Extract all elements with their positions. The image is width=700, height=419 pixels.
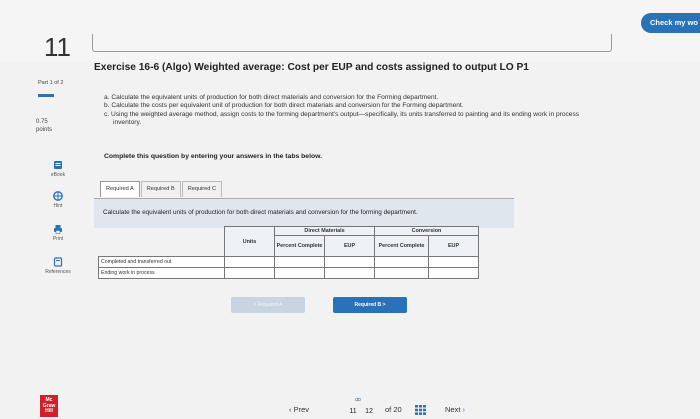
dm-eup-input[interactable] <box>324 267 375 279</box>
book-icon[interactable] <box>53 160 63 170</box>
conv-eup-header: EUP <box>428 235 479 257</box>
instruction-item: b. Calculate the costs per equivalent un… <box>104 102 594 110</box>
dm-percent-input[interactable] <box>274 267 325 279</box>
units-input[interactable] <box>224 267 275 279</box>
next-tab-button[interactable]: Required B > <box>333 297 407 313</box>
row-label: Completed and transferred out <box>98 256 225 268</box>
dm-percent-complete-header: Percent Complete <box>274 235 325 257</box>
points: 0.75 points <box>36 118 52 134</box>
instruction-item: c. Using the weighted average method, as… <box>104 111 594 128</box>
units-input[interactable] <box>224 256 275 268</box>
tab-bar: Required A Required B Required C <box>100 181 223 199</box>
references-icon[interactable] <box>53 257 63 267</box>
conv-percent-complete-header: Percent Complete <box>374 235 429 257</box>
instructions-list: a. Calculate the equivalent units of pro… <box>104 94 594 127</box>
instruction-item: a. Calculate the equivalent units of pro… <box>104 94 594 102</box>
chevron-left-icon: ‹ <box>289 405 292 414</box>
conv-eup-input[interactable] <box>428 256 479 268</box>
sidebar-item-hint[interactable]: Hint <box>40 203 76 209</box>
row-label: Ending work in process <box>98 267 225 279</box>
prev-question-button[interactable]: ‹ Prev <box>289 405 309 414</box>
mcgraw-hill-logo: Mc Graw Hill <box>40 395 58 417</box>
conv-eup-input[interactable] <box>428 267 479 279</box>
page-current[interactable]: 11 <box>347 405 359 419</box>
instruction-letter: c. <box>104 110 110 118</box>
print-icon[interactable] <box>53 224 63 234</box>
header-bar <box>0 0 700 62</box>
dm-eup-input[interactable] <box>324 256 375 268</box>
sidebar-item-references[interactable]: References <box>40 269 76 275</box>
tab-required-b[interactable]: Required B <box>140 181 181 197</box>
table-row: Ending work in process <box>98 267 479 279</box>
check-my-work-button[interactable]: Check my wo <box>641 13 700 33</box>
eup-table: Units Direct Materials Conversion Percen… <box>98 226 479 279</box>
chevron-right-icon: › <box>462 405 466 414</box>
panel-instruction: Calculate the equivalent units of produc… <box>103 209 418 216</box>
prev-tab-button[interactable]: < Required A <box>231 297 305 313</box>
hint-icon[interactable] <box>53 191 63 201</box>
tab-required-a[interactable]: Required A <box>100 181 140 197</box>
part-indicator: Part 1 of 2 <box>38 80 64 86</box>
instruction-text: Using the weighted average method, assig… <box>110 110 580 126</box>
instruction-letter: b. <box>104 102 110 110</box>
exercise-title: Exercise 16-6 (Algo) Weighted average: C… <box>94 62 529 73</box>
grid-icon[interactable] <box>415 405 426 415</box>
conversion-header: Conversion <box>374 226 479 236</box>
link-icon <box>355 397 361 402</box>
page-next[interactable]: 12 <box>363 405 375 419</box>
dm-percent-input[interactable] <box>274 256 325 268</box>
conv-percent-input[interactable] <box>374 267 429 279</box>
page: 11 Check my wo Part 1 of 2 0.75 points e… <box>0 0 700 419</box>
answer-box <box>92 34 612 52</box>
table-row: Completed and transferred out <box>98 256 479 268</box>
instruction-text: Calculate the equivalent units of produc… <box>111 94 439 101</box>
instruction-letter: a. <box>104 94 110 101</box>
blank-header <box>99 227 225 257</box>
prev-label: Prev <box>293 405 310 414</box>
next-label: Next <box>445 405 461 414</box>
conv-percent-input[interactable] <box>374 256 429 268</box>
points-label: points <box>36 127 53 133</box>
table-header-row: Units Direct Materials Conversion <box>99 226 479 257</box>
part-progress-bar <box>38 94 54 97</box>
question-number: 11 <box>44 32 71 62</box>
logo-line-3: Hill <box>45 408 53 414</box>
sidebar-item-print[interactable]: Print <box>40 236 76 242</box>
next-question-button[interactable]: Next › <box>445 405 465 414</box>
page-total: of 20 <box>385 405 402 414</box>
tab-required-c[interactable]: Required C <box>181 181 222 197</box>
points-value: 0.75 <box>36 119 48 125</box>
dm-eup-header: EUP <box>324 235 375 257</box>
instruction-text: Calculate the costs per equivalent unit … <box>111 102 464 110</box>
units-header: Units <box>224 226 275 257</box>
direct-materials-header: Direct Materials <box>274 226 375 236</box>
sidebar-item-ebook[interactable]: eBook <box>40 172 76 178</box>
complete-note: Complete this question by entering your … <box>104 153 323 160</box>
